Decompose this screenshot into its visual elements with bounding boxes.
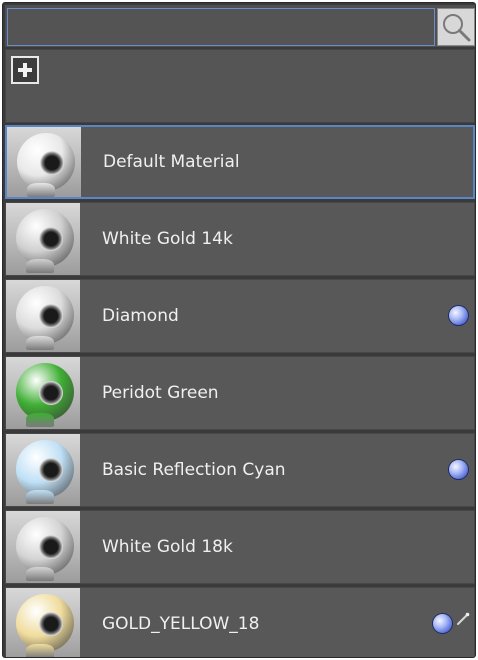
render-indicator-icon — [449, 306, 468, 325]
search-button[interactable] — [437, 8, 475, 46]
material-thumbnail — [7, 127, 81, 197]
add-material-button[interactable] — [11, 56, 39, 84]
render-indicator-icon — [449, 460, 468, 479]
material-item[interactable]: Basic Reflection Cyan — [5, 433, 475, 507]
material-name: Peridot Green — [102, 383, 219, 403]
material-name: White Gold 18k — [102, 537, 233, 557]
render-indicator-icon — [433, 614, 452, 633]
material-item[interactable]: White Gold 18k — [5, 510, 475, 584]
material-thumbnail — [6, 357, 80, 429]
material-name: Default Material — [103, 152, 240, 172]
material-item[interactable]: GOLD_YELLOW_18 — [5, 587, 475, 657]
search-bar — [5, 5, 475, 47]
material-toolbar — [5, 49, 475, 123]
material-thumbnail — [6, 203, 80, 275]
material-thumbnail — [6, 280, 80, 352]
search-input[interactable] — [7, 8, 435, 46]
material-item[interactable]: Diamond — [5, 279, 475, 353]
material-thumbnail — [6, 434, 80, 506]
material-name: GOLD_YELLOW_18 — [102, 614, 260, 634]
brush-icon[interactable] — [456, 612, 470, 626]
material-panel: Default Material White Gold 14k Diamond … — [2, 2, 476, 658]
material-name: Basic Reflection Cyan — [102, 460, 286, 480]
material-item[interactable]: Default Material — [5, 125, 475, 199]
material-item[interactable]: White Gold 14k — [5, 202, 475, 276]
material-list: Default Material White Gold 14k Diamond … — [5, 125, 475, 657]
material-thumbnail — [6, 588, 80, 657]
material-name: Diamond — [102, 306, 179, 326]
search-icon — [443, 14, 471, 42]
material-thumbnail — [6, 511, 80, 583]
material-name: White Gold 14k — [102, 229, 233, 249]
material-item[interactable]: Peridot Green — [5, 356, 475, 430]
